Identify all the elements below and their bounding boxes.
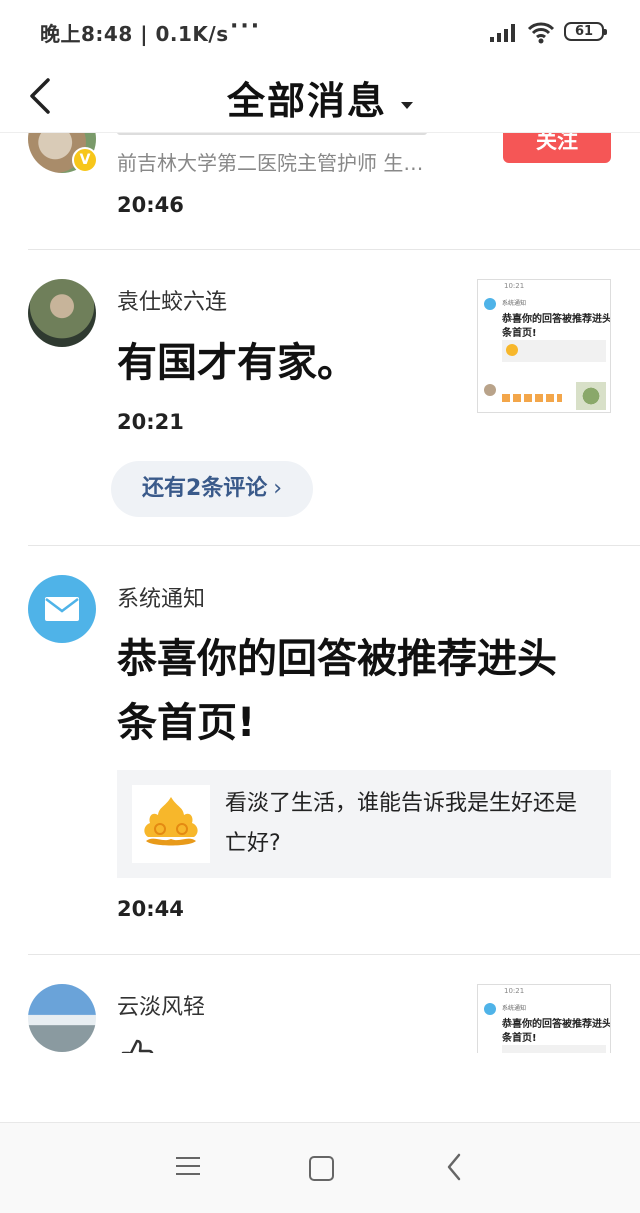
thumb-mail-icon xyxy=(484,298,496,310)
quote-text: 看淡了生活，谁能告诉我是生好还是亡好? xyxy=(225,791,578,856)
item-name[interactable]: 系统通知 xyxy=(117,581,205,613)
status-more-dots: ··· xyxy=(230,14,262,39)
thumb-time: 10:21 xyxy=(504,282,525,290)
thumb-mail-icon xyxy=(484,1003,496,1015)
wifi-icon xyxy=(527,22,555,44)
thumb-plant-image xyxy=(576,382,606,410)
nav-back-icon[interactable] xyxy=(446,1153,462,1181)
caret-down-icon xyxy=(401,102,413,109)
item-thumbnail[interactable]: 10:21 系统通知 恭喜你的回答被推荐进头 条首页! xyxy=(477,984,611,1053)
title-dropdown[interactable]: 全部消息 xyxy=(0,70,640,125)
more-comments-button[interactable]: 还有2条评论 › xyxy=(111,461,313,517)
quoted-answer[interactable]: 看淡了生活，谁能告诉我是生好还是亡好? xyxy=(117,770,611,878)
page-title: 全部消息 xyxy=(226,79,387,123)
more-comments-label: 还有2条评论 xyxy=(141,476,268,501)
item-name[interactable]: 袁仕蛟六连 xyxy=(117,284,227,316)
thumb-line1: 恭喜你的回答被推荐进头 xyxy=(502,1019,611,1030)
item-name-partial xyxy=(117,133,427,135)
battery-icon: 61 xyxy=(564,22,607,41)
signal-icon xyxy=(490,24,515,42)
divider xyxy=(28,954,640,955)
content-bottom-spacer xyxy=(0,1053,640,1122)
item-time: 20:21 xyxy=(117,410,184,434)
thumb-line2: 条首页! xyxy=(502,1033,537,1044)
chevron-right-icon: › xyxy=(273,476,283,501)
menu-icon[interactable] xyxy=(176,1155,200,1177)
item-text: 有国才有家。 xyxy=(117,340,357,386)
verified-badge-icon: V xyxy=(72,147,98,173)
quote-icon xyxy=(132,785,210,863)
thumb-row xyxy=(484,384,496,396)
thumb-quote-box xyxy=(502,1045,606,1053)
fire-cloud-logo-icon xyxy=(144,797,198,846)
header: 全部消息 xyxy=(0,64,640,133)
item-time: 20:46 xyxy=(117,193,184,217)
divider xyxy=(28,249,640,250)
item-time: 20:44 xyxy=(117,897,184,921)
thumb-line1: 恭喜你的回答被推荐进头 xyxy=(502,314,611,325)
item-thumbnail[interactable]: 10:21 系统通知 恭喜你的回答被推荐进头 条首页! xyxy=(477,279,611,413)
system-nav-bar xyxy=(0,1122,640,1213)
follow-button[interactable]: 关注 xyxy=(503,133,611,163)
message-list[interactable]: V 前吉林大学第二医院主管护师 生… 关注 20:46 袁仕蛟六连 有国才有家。… xyxy=(0,133,640,1053)
avatar[interactable] xyxy=(28,279,96,347)
avatar[interactable] xyxy=(28,575,96,643)
thumb-quote-icon xyxy=(506,344,518,356)
item-text-line2: 条首页! xyxy=(117,700,256,746)
avatar[interactable] xyxy=(28,984,96,1052)
status-bar: 晚上8:48 | 0.1K/s ··· 61 xyxy=(0,0,640,64)
item-name[interactable]: 云淡风轻 xyxy=(117,989,205,1021)
mail-icon xyxy=(45,597,79,621)
item-subtitle: 前吉林大学第二医院主管护师 生… xyxy=(117,151,424,175)
home-icon[interactable] xyxy=(309,1156,334,1181)
thumb-sender: 系统通知 xyxy=(502,1005,527,1012)
thumb-time: 10:21 xyxy=(504,987,525,995)
thumbs-up-icon xyxy=(121,1039,154,1053)
item-text-line1: 恭喜你的回答被推荐进头 xyxy=(117,636,557,682)
status-time-speed: 晚上8:48 | 0.1K/s xyxy=(40,22,229,46)
thumb-sender: 系统通知 xyxy=(502,300,527,307)
thumb-likes xyxy=(502,394,562,402)
divider xyxy=(28,545,640,546)
thumb-line2: 条首页! xyxy=(502,328,537,339)
